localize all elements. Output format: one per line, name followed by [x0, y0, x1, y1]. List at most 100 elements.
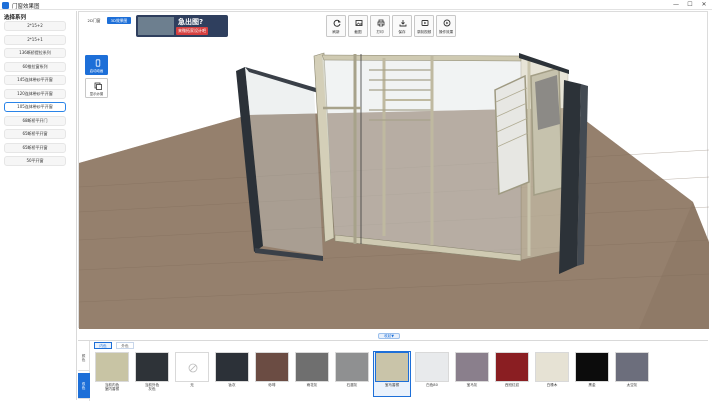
phone-icon: [95, 59, 100, 67]
toolbar-button[interactable]: 录制视频: [414, 15, 434, 37]
toolbar-button-label: 录制视频: [416, 30, 432, 34]
window-title: 门窗效果图: [12, 3, 40, 10]
ad-headline: 急出图?: [178, 18, 204, 26]
toolbar-button-label: 操作效果: [438, 30, 454, 34]
side-tab[interactable]: 外色: [116, 342, 134, 349]
color-swatch[interactable]: 雨花灰: [294, 352, 330, 396]
swatch-label: 黑金: [588, 383, 596, 387]
toolbar-button[interactable]: 刷新: [326, 15, 346, 37]
category-tabs: 颜色 双色: [78, 341, 90, 401]
series-list: 2*15+2 2*15+1 136断桥提拉系列 60推拉窗系列 145连体带纱平开窗 12…: [4, 21, 66, 170]
swatch-chip: [95, 352, 129, 382]
sidebar-title: 选择系列: [4, 15, 27, 21]
series-item[interactable]: 145连体带纱平开窗: [4, 75, 66, 85]
swatch-label: 钛灰: [228, 383, 236, 387]
color-swatch[interactable]: 白橡木: [534, 352, 570, 396]
mode-2d-button[interactable]: 2D门窗: [82, 17, 106, 24]
toolbar-button-label: 打印: [376, 30, 384, 34]
swatch-chip: [175, 352, 209, 382]
print-icon: [377, 19, 385, 27]
series-item[interactable]: 2*15+1: [4, 34, 66, 45]
ad-subtext: 来微拓家设计吧: [176, 27, 208, 35]
series-item[interactable]: 65断桥平开窗: [4, 142, 66, 153]
swatch-label: 太空灰: [626, 383, 638, 387]
minimize-button[interactable]: —: [670, 0, 682, 10]
series-sidebar: 选择系列 2*15+2 2*15+1 136断桥提拉系列 60推拉窗系列 145连体带纱…: [0, 11, 77, 400]
series-item[interactable]: 136断桥提拉系列: [4, 48, 66, 58]
color-swatch[interactable]: 当前内色 室内香槟: [94, 352, 130, 396]
swatch-chip: [335, 352, 369, 382]
color-panel: 颜色 双色 内色 外色 当前内色 室内香槟 当前外色 灰色 无 钛灰 砂啡 雨花灰 石墨灰 宝马香…: [78, 340, 708, 401]
color-swatch[interactable]: 当前外色 灰色: [134, 352, 170, 396]
swatch-chip: [495, 352, 529, 382]
swatch-chip: [215, 352, 249, 382]
color-swatch[interactable]: 白色80: [414, 352, 450, 396]
swatch-chip: [375, 352, 409, 382]
color-swatch[interactable]: 无: [174, 352, 210, 396]
window-3d-render[interactable]: [79, 12, 709, 329]
series-item[interactable]: 105连体带纱平开窗: [4, 102, 66, 112]
color-swatch[interactable]: 砂啡: [254, 352, 290, 396]
side-tool-button[interactable]: 启动动画: [85, 55, 108, 75]
series-item[interactable]: 120连体带纱平开窗: [4, 88, 66, 99]
swatch-chip: [455, 352, 489, 382]
swatch-label: 宝马灰: [466, 383, 478, 387]
none-icon: [188, 363, 198, 373]
maximize-button[interactable]: ☐: [684, 0, 696, 10]
mode-3d-button[interactable]: 3D效果图: [107, 17, 131, 24]
record-icon: [421, 20, 429, 26]
refresh-icon: [333, 19, 341, 27]
swatch-chip: [135, 352, 169, 382]
swatch-chip: [615, 352, 649, 382]
toolbar-button-label: 截图: [354, 30, 362, 34]
swatch-chip: [535, 352, 569, 382]
swatch-label: 白橡木: [546, 383, 558, 387]
swatch-label: 当前内色 室内香槟: [104, 383, 120, 392]
screenshot-icon: [355, 20, 363, 26]
swatch-label: 砂啡: [268, 383, 276, 387]
ad-banner[interactable]: 急出图? 来微拓家设计吧: [136, 15, 228, 37]
color-swatch[interactable]: 西班红纹: [494, 352, 530, 396]
close-button[interactable]: ✕: [698, 0, 710, 10]
color-swatch[interactable]: 黑金: [574, 352, 610, 396]
app-logo-icon: [2, 1, 9, 9]
swatch-label: 石墨灰: [346, 383, 358, 387]
category-tab[interactable]: 颜色: [78, 345, 90, 371]
play-icon: [443, 19, 451, 27]
swatch-label: 无: [190, 383, 194, 387]
side-tab[interactable]: 内色: [94, 342, 112, 349]
color-swatch[interactable]: 石墨灰: [334, 352, 370, 396]
swatch-chip: [255, 352, 289, 382]
side-tool-label: 启动动画: [89, 69, 104, 73]
toolbar-button[interactable]: 截图: [348, 15, 368, 37]
series-item[interactable]: 65断桥平开窗: [4, 129, 66, 139]
side-tool-label: 显示纱窗: [89, 92, 104, 96]
series-item[interactable]: 2*15+2: [4, 21, 66, 31]
toolbar-button-label: 保存: [398, 30, 406, 34]
category-tab[interactable]: 双色: [78, 373, 90, 399]
swatch-label: 雨花灰: [306, 383, 318, 387]
toolbar-button[interactable]: 保存: [392, 15, 412, 37]
swatch-chip: [575, 352, 609, 382]
color-swatch[interactable]: 宝马香槟: [373, 351, 411, 397]
swatch-label: 白色80: [426, 383, 438, 387]
save-icon: [399, 20, 407, 27]
series-item[interactable]: 50平开窗: [4, 156, 66, 166]
side-tool-button[interactable]: 显示纱窗: [85, 78, 108, 98]
toolbar-button[interactable]: 操作效果: [436, 15, 456, 37]
swatch-label: 宝马香槟: [384, 383, 400, 387]
color-swatch[interactable]: 宝马灰: [454, 352, 490, 396]
color-swatch[interactable]: 钛灰: [214, 352, 250, 396]
toolbar-button-label: 刷新: [332, 30, 340, 34]
color-swatch[interactable]: 太空灰: [614, 352, 650, 396]
swatch-label: 当前外色 灰色: [144, 383, 160, 392]
scene-viewport[interactable]: 2D门窗 3D效果图 急出图? 来微拓家设计吧 刷新 截图 打印 保存 录制视频 操作效果…: [78, 11, 709, 329]
title-bar: 门窗效果图 — ☐ ✕: [0, 0, 712, 10]
series-item[interactable]: 60推拉窗系列: [4, 61, 66, 72]
preview-area: 2D门窗 3D效果图 急出图? 来微拓家设计吧 刷新 截图 打印 保存 录制视频 操作效果…: [78, 11, 709, 329]
toolbar-button[interactable]: 打印: [370, 15, 390, 37]
collapse-panel-button[interactable]: 收起▼: [378, 333, 400, 339]
screen-icon: [94, 82, 102, 90]
swatch-chip: [415, 352, 449, 382]
series-item[interactable]: 68断桥平开门: [4, 115, 66, 126]
